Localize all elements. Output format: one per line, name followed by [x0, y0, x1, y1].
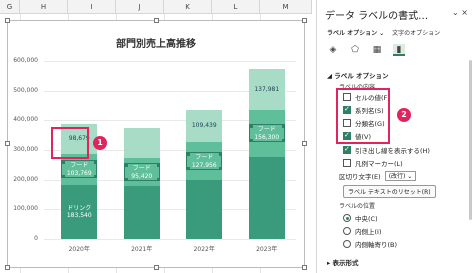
label-selection-box: [186, 152, 223, 171]
section-number-format[interactable]: ▸ 表示形式: [327, 257, 359, 267]
label-selection-box: [248, 124, 285, 143]
bar-chart-icon[interactable]: ▮: [393, 44, 405, 56]
y-gridline: [44, 239, 296, 240]
column-header-i[interactable]: I: [68, 0, 116, 14]
column-header-g[interactable]: G: [0, 0, 20, 14]
size-icon[interactable]: ▦: [371, 44, 383, 56]
y-gridline: [44, 61, 296, 62]
x-tick-label: 2023年: [256, 246, 278, 253]
effects-icon[interactable]: ⬠: [349, 44, 361, 56]
checkbox-legend-key[interactable]: [343, 159, 351, 167]
tab-label-options[interactable]: ラベル オプション ⌄: [327, 28, 384, 37]
bar-segment[interactable]: [123, 186, 160, 239]
pane-title: データ ラベルの書式…: [325, 11, 429, 22]
pane-scrollbar[interactable]: [469, 60, 472, 220]
x-tick-label: 2021年: [131, 246, 153, 253]
data-label[interactable]: ドリンク 183,540: [59, 205, 99, 220]
tab-text-options[interactable]: 文字のオプション: [392, 28, 440, 37]
resize-handle[interactable]: [302, 265, 307, 270]
position-inside-end[interactable]: 内側上(I): [343, 226, 382, 236]
column-header-h[interactable]: H: [20, 0, 68, 14]
option-leader-lines[interactable]: 引き出し線を表示する(H): [343, 145, 430, 155]
y-tick-label: 600,000: [13, 57, 38, 64]
callout-badge-2: 2: [397, 108, 411, 122]
radio-center[interactable]: [343, 214, 351, 222]
bar-segment[interactable]: [248, 156, 285, 239]
y-tick-label: 300,000: [13, 146, 38, 153]
label-position-heading: ラベルの位置: [339, 203, 376, 210]
resize-handle[interactable]: [302, 141, 307, 146]
resize-handle[interactable]: [5, 265, 10, 270]
checkbox-leader-lines[interactable]: [343, 145, 351, 154]
separator-dropdown[interactable]: (改行) ⌄: [384, 171, 417, 181]
resize-handle[interactable]: [154, 18, 159, 23]
column-header-l[interactable]: L: [212, 0, 260, 14]
radio-inside-base[interactable]: [343, 240, 351, 248]
data-label[interactable]: 137,981: [247, 86, 287, 94]
fill-icon[interactable]: ◈: [327, 44, 339, 56]
bar-segment[interactable]: [186, 180, 223, 239]
y-tick-label: 400,000: [13, 116, 38, 124]
resize-handle[interactable]: [154, 265, 159, 270]
resize-handle[interactable]: [5, 18, 10, 23]
column-header-k[interactable]: K: [164, 0, 212, 14]
y-tick-label: 200,000: [13, 175, 38, 183]
bar-segment[interactable]: [123, 128, 160, 158]
section-label-options[interactable]: ◢ ラベル オプション: [327, 70, 389, 80]
position-inside-base[interactable]: 内側軸寄り(B): [343, 239, 397, 249]
highlight-frame-label: [51, 127, 89, 159]
resize-handle[interactable]: [302, 18, 307, 23]
pane-controls[interactable]: ⌄ ×: [452, 8, 468, 17]
separator-row: 区切り文字(E) (改行) ⌄: [339, 171, 417, 181]
option-legend-key[interactable]: 凡例マーカー(L): [343, 158, 403, 168]
column-header-j[interactable]: J: [116, 0, 164, 14]
label-selection-box: [123, 163, 160, 182]
position-center[interactable]: 中央(C): [343, 213, 378, 223]
column-header-m[interactable]: M: [260, 0, 312, 14]
reset-label-text-button[interactable]: ラベル テキストのリセット(R): [343, 185, 436, 198]
x-tick-label: 2022年: [193, 246, 215, 253]
y-tick-label: 100,000: [13, 205, 38, 213]
y-tick-label: 0: [34, 235, 38, 242]
callout-badge-1: 1: [93, 136, 107, 150]
resize-handle[interactable]: [5, 141, 10, 146]
column-header-bar: G H I J K L M: [0, 0, 312, 14]
highlight-frame-options: [336, 88, 390, 144]
radio-inside-end[interactable]: [343, 227, 351, 235]
label-selection-box: [61, 160, 98, 179]
x-tick-label: 2020年: [68, 246, 90, 253]
data-label[interactable]: 109,439: [184, 122, 224, 130]
y-tick-label: 500,000: [13, 86, 38, 94]
